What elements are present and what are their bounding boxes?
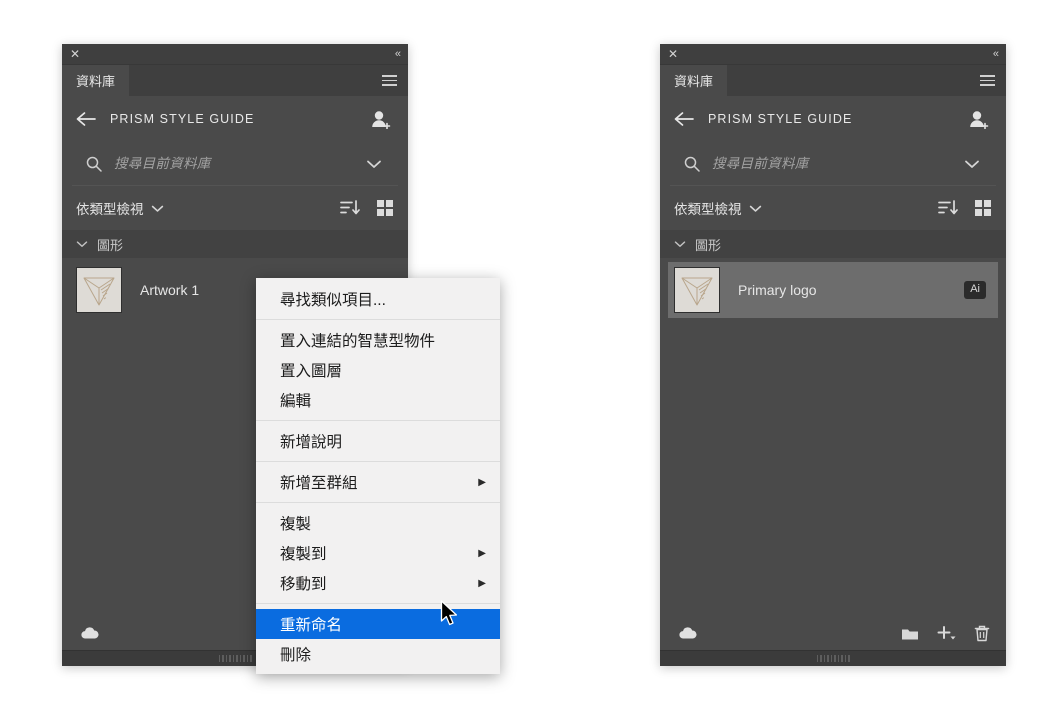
collapse-panel-icon[interactable]: « [993, 48, 999, 60]
chevron-down-icon[interactable] [366, 159, 382, 169]
grid-view-icon[interactable] [974, 199, 992, 217]
libraries-panel-right: ✕ « 資料庫 PRISM STYLE GUIDE 搜尋目前資料庫 依類型檢視 … [660, 44, 1006, 666]
library-title: PRISM STYLE GUIDE [708, 112, 853, 126]
group-header-label: 圖形 [695, 237, 722, 253]
status-badge: Ai [964, 281, 986, 299]
menu-item-label: 新增說明 [280, 434, 343, 451]
panel-tabbar: 資料庫 [62, 65, 408, 96]
search-row [72, 142, 398, 186]
menu-item[interactable]: 新增說明 [256, 426, 500, 456]
grid-view-icon[interactable] [376, 199, 394, 217]
submenu-arrow-icon: ▶ [478, 577, 486, 589]
menu-item-label: 編輯 [280, 393, 312, 410]
search-icon [86, 156, 102, 172]
tab-label: 資料庫 [76, 74, 116, 89]
menu-item[interactable]: 重新命名 [256, 609, 500, 639]
asset-list: Primary logo Ai [660, 258, 1006, 616]
back-arrow-icon[interactable] [76, 111, 96, 127]
library-header: PRISM STYLE GUIDE [62, 96, 408, 142]
logo-chevron-thumbnail [76, 267, 122, 313]
filter-row: 依類型檢視 [62, 186, 408, 230]
search-icon [684, 156, 700, 172]
chevron-down-icon [749, 205, 761, 212]
menu-item[interactable]: 編輯 [256, 385, 500, 415]
close-icon[interactable]: ✕ [668, 48, 678, 60]
sort-descending-icon[interactable] [340, 199, 360, 217]
invite-user-icon[interactable] [968, 109, 990, 129]
close-icon[interactable]: ✕ [70, 48, 80, 60]
menu-separator [256, 319, 500, 320]
back-arrow-icon[interactable] [674, 111, 694, 127]
panel-titlebar: ✕ « [660, 44, 1006, 65]
collapse-panel-icon[interactable]: « [395, 48, 401, 60]
tab-libraries[interactable]: 資料庫 [660, 65, 728, 96]
logo-chevron-thumbnail [674, 267, 720, 313]
panel-titlebar: ✕ « [62, 44, 408, 65]
menu-item-label: 刪除 [280, 647, 312, 664]
grip-lines-icon [816, 655, 850, 662]
list-item[interactable]: Primary logo Ai [668, 262, 998, 318]
context-menu: 尋找類似項目... 置入連結的智慧型物件 置入圖層編輯新增說明新增至群組 ▶ 複製複製到… [256, 278, 500, 674]
tabbar-filler [727, 65, 976, 96]
view-filter-label: 依類型檢視 [674, 202, 742, 217]
chevron-down-icon[interactable] [964, 159, 980, 169]
cloud-sync-icon[interactable] [80, 626, 100, 640]
menu-item-label: 複製 [280, 516, 312, 533]
chevron-down-icon [674, 241, 686, 247]
search-input[interactable] [712, 156, 964, 171]
menu-item[interactable]: 置入連結的智慧型物件 [256, 325, 500, 355]
panel-resize-grip[interactable] [660, 650, 1006, 666]
panel-tabbar: 資料庫 [660, 65, 1006, 96]
search-input[interactable] [114, 156, 366, 171]
panel-body: PRISM STYLE GUIDE [660, 96, 1006, 666]
search-row [670, 142, 996, 186]
group-header-graphics[interactable]: 圖形 [62, 230, 408, 258]
menu-item-label: 重新命名 [280, 617, 343, 634]
menu-item[interactable]: 置入圖層 [256, 355, 500, 385]
invite-user-icon[interactable] [370, 109, 392, 129]
tab-libraries[interactable]: 資料庫 [62, 65, 130, 96]
tabbar-filler [129, 65, 378, 96]
menu-item-label: 複製到 [280, 546, 327, 563]
submenu-arrow-icon: ▶ [478, 476, 486, 488]
asset-name: Primary logo [738, 282, 817, 298]
view-filter-dropdown[interactable]: 依類型檢視 [76, 198, 164, 218]
cloud-sync-icon[interactable] [678, 626, 698, 640]
filter-row: 依類型檢視 [660, 186, 1006, 230]
menu-item-label: 移動到 [280, 576, 327, 593]
submenu-arrow-icon: ▶ [478, 547, 486, 559]
group-header-graphics[interactable]: 圖形 [660, 230, 1006, 258]
library-title: PRISM STYLE GUIDE [110, 112, 255, 126]
sort-descending-icon[interactable] [938, 199, 958, 217]
hamburger-icon[interactable] [976, 65, 1006, 96]
menu-item[interactable]: 複製 [256, 508, 500, 538]
menu-item[interactable]: 新增至群組 ▶ [256, 467, 500, 497]
new-folder-icon[interactable] [901, 626, 919, 641]
menu-item[interactable]: 複製到 ▶ [256, 538, 500, 568]
menu-item[interactable]: 尋找類似項目... [256, 284, 500, 314]
panel-footer [660, 616, 1006, 650]
library-header: PRISM STYLE GUIDE [660, 96, 1006, 142]
menu-separator [256, 461, 500, 462]
menu-item[interactable]: 刪除 [256, 639, 500, 669]
menu-separator [256, 603, 500, 604]
chevron-down-icon [151, 205, 163, 212]
add-content-icon[interactable] [937, 625, 956, 641]
menu-separator [256, 420, 500, 421]
menu-item[interactable]: 移動到 ▶ [256, 568, 500, 598]
menu-item-label: 置入圖層 [280, 363, 343, 380]
view-filter-dropdown[interactable]: 依類型檢視 [674, 198, 762, 218]
hamburger-icon[interactable] [378, 65, 408, 96]
grip-lines-icon [218, 655, 252, 662]
menu-item-label: 尋找類似項目... [280, 292, 386, 309]
menu-separator [256, 502, 500, 503]
menu-item-label: 置入連結的智慧型物件 [280, 333, 436, 350]
chevron-down-icon [76, 241, 88, 247]
delete-trash-icon[interactable] [974, 625, 990, 642]
tab-label: 資料庫 [674, 74, 714, 89]
menu-item-label: 新增至群組 [280, 475, 358, 492]
group-header-label: 圖形 [97, 237, 124, 253]
view-filter-label: 依類型檢視 [76, 202, 144, 217]
